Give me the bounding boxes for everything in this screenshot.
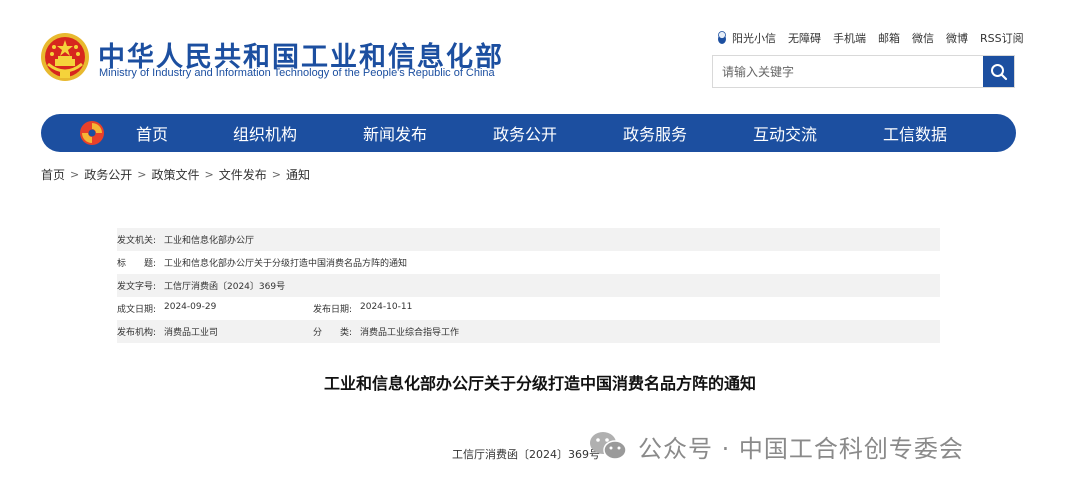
- nav-item-home[interactable]: 首页: [114, 121, 190, 145]
- breadcrumb-gov-affairs[interactable]: 政务公开: [84, 166, 132, 183]
- breadcrumb-separator: >: [137, 168, 147, 181]
- breadcrumb-file-release[interactable]: 文件发布: [219, 166, 267, 183]
- meta-label: 发布日期:: [313, 305, 353, 315]
- document-number: 工信厅消费函〔2024〕369号: [452, 448, 600, 461]
- miit-logo-icon[interactable]: [79, 120, 105, 146]
- nav-item-organization[interactable]: 组织机构: [210, 121, 320, 145]
- meta-row-dates: 成文日期: 2024-09-29 发布日期: 2024-10-11: [117, 297, 940, 320]
- search-box: [712, 55, 1015, 88]
- document-metadata-table: 发文机关: 工业和信息化部办公厅 标 题: 工业和信息化部办公厅关于分级打造中国…: [117, 228, 940, 343]
- meta-label: 分 类:: [313, 328, 353, 338]
- search-button[interactable]: [983, 56, 1014, 87]
- meta-label: 标 题:: [117, 259, 157, 269]
- meta-row-doc-number: 发文字号: 工信厅消费函〔2024〕369号: [117, 274, 940, 297]
- meta-label: 发布机构:: [117, 328, 157, 338]
- watermark: 公众号 · 中国工合科创专委会: [588, 428, 964, 464]
- main-nav: 首页 组织机构 新闻发布 政务公开 政务服务 互动交流 工信数据: [41, 114, 1016, 152]
- site-title-english: Ministry of Industry and Information Tec…: [99, 67, 495, 79]
- breadcrumb-separator: >: [70, 168, 80, 181]
- meta-value: 消费品工业综合指导工作: [360, 328, 460, 338]
- meta-label: 发文机关:: [117, 236, 157, 246]
- breadcrumb: 首页 > 政务公开 > 政策文件 > 文件发布 > 通知: [41, 166, 310, 183]
- meta-category-cell: 分 类: 消费品工业综合指导工作: [313, 325, 509, 338]
- meta-value: 工业和信息化部办公厅: [164, 236, 255, 246]
- meta-created-cell: 成文日期: 2024-09-29: [117, 302, 313, 315]
- top-link-mobile[interactable]: 手机端: [833, 30, 866, 46]
- nav-item-gov-services[interactable]: 政务服务: [600, 121, 710, 145]
- search-input[interactable]: [713, 56, 985, 87]
- top-link-sunshine[interactable]: 阳光小信: [732, 30, 776, 46]
- meta-publisher-cell: 发布机构: 消费品工业司: [117, 325, 313, 338]
- breadcrumb-home[interactable]: 首页: [41, 166, 65, 183]
- national-emblem-icon[interactable]: [40, 32, 90, 82]
- meta-label: 发文字号:: [117, 282, 157, 292]
- document-title: 工业和信息化部办公厅关于分级打造中国消费名品方阵的通知: [323, 374, 756, 393]
- meta-value: 消费品工业司: [164, 328, 219, 338]
- nav-item-interaction[interactable]: 互动交流: [730, 121, 840, 145]
- breadcrumb-policy[interactable]: 政策文件: [151, 166, 199, 183]
- nav-item-gov-affairs[interactable]: 政务公开: [470, 121, 580, 145]
- nav-items: 首页 组织机构 新闻发布 政务公开 政务服务 互动交流 工信数据: [114, 114, 970, 152]
- site-header: 中华人民共和国工业和信息化部 Ministry of Industry and …: [0, 0, 1080, 110]
- nav-item-data[interactable]: 工信数据: [860, 121, 970, 145]
- search-icon: [990, 63, 1007, 80]
- top-link-mail[interactable]: 邮箱: [878, 30, 900, 46]
- breadcrumb-separator: >: [204, 168, 214, 181]
- meta-value: 2024-09-29: [164, 302, 217, 312]
- nav-item-news[interactable]: 新闻发布: [340, 121, 450, 145]
- top-link-weibo[interactable]: 微博: [946, 30, 968, 46]
- breadcrumb-separator: >: [271, 168, 281, 181]
- top-link-accessibility[interactable]: 无障碍: [788, 30, 821, 46]
- breadcrumb-notice[interactable]: 通知: [286, 166, 310, 183]
- top-link-rss[interactable]: RSS订阅: [980, 30, 1024, 46]
- watermark-text: 公众号 · 中国工合科创专委会: [638, 434, 964, 463]
- meta-value: 2024-10-11: [360, 302, 413, 312]
- meta-row-publisher: 发布机构: 消费品工业司 分 类: 消费品工业综合指导工作: [117, 320, 940, 343]
- meta-value: 工信厅消费函〔2024〕369号: [164, 282, 286, 292]
- meta-row-title: 标 题: 工业和信息化部办公厅关于分级打造中国消费名品方阵的通知: [117, 251, 940, 274]
- meta-value: 工业和信息化部办公厅关于分级打造中国消费名品方阵的通知: [164, 259, 408, 269]
- meta-published-cell: 发布日期: 2024-10-11: [313, 302, 509, 315]
- meta-row-issuer: 发文机关: 工业和信息化部办公厅: [117, 228, 940, 251]
- meta-label: 成文日期:: [117, 305, 157, 315]
- mascot-icon: [718, 31, 726, 44]
- top-links: 阳光小信 无障碍 手机端 邮箱 微信 微博 RSS订阅: [716, 30, 1024, 46]
- wechat-icon: [590, 432, 627, 460]
- top-link-wechat[interactable]: 微信: [912, 30, 934, 46]
